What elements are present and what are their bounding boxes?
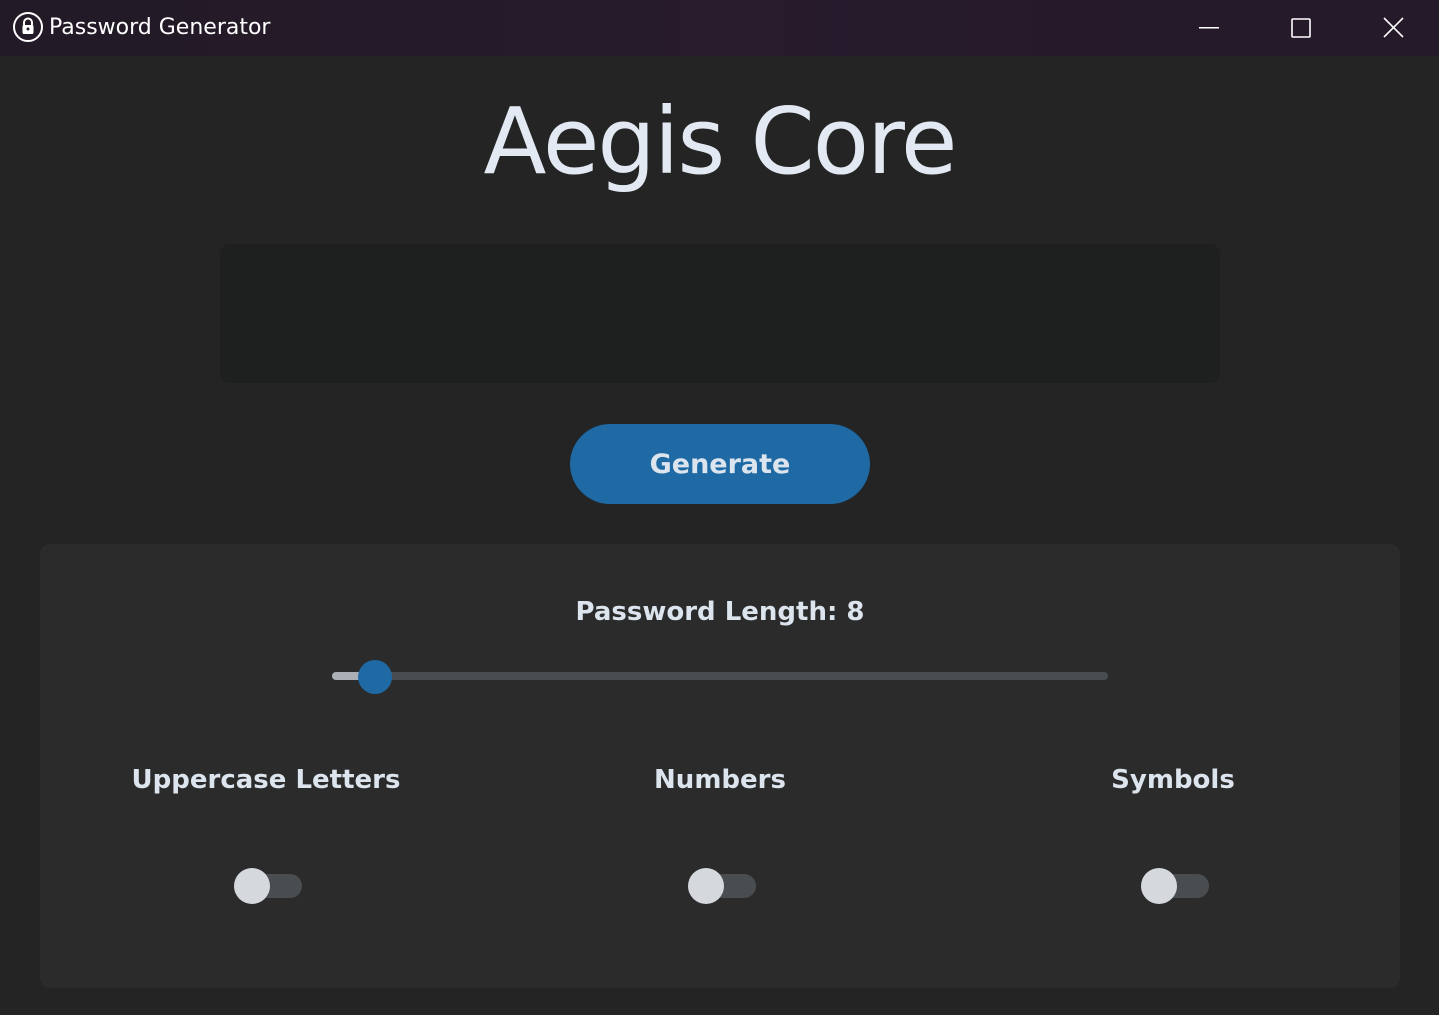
minimize-icon bbox=[1199, 27, 1219, 29]
symbols-toggle[interactable] bbox=[1141, 868, 1209, 904]
switch-knob bbox=[1141, 868, 1177, 904]
numbers-option: Numbers bbox=[520, 760, 920, 920]
uppercase-toggle[interactable] bbox=[234, 868, 302, 904]
generate-button[interactable]: Generate bbox=[570, 424, 870, 504]
uppercase-option: Uppercase Letters bbox=[66, 760, 466, 920]
numbers-label: Numbers bbox=[654, 765, 786, 795]
close-button[interactable] bbox=[1347, 0, 1437, 56]
numbers-toggle[interactable] bbox=[688, 868, 756, 904]
app-window: Password Generator Aegis Core Generate P… bbox=[0, 0, 1439, 1015]
symbols-label: Symbols bbox=[1111, 765, 1235, 795]
title-bar[interactable]: Password Generator bbox=[0, 0, 1439, 56]
password-length-label: Password Length: 8 bbox=[575, 597, 865, 627]
switch-knob bbox=[688, 868, 724, 904]
slider-thumb[interactable] bbox=[357, 660, 392, 694]
uppercase-label: Uppercase Letters bbox=[131, 765, 401, 795]
symbols-option: Symbols bbox=[973, 760, 1373, 920]
close-icon bbox=[1383, 17, 1404, 38]
options-panel: Password Length: 8 Uppercase Letters Num… bbox=[40, 544, 1400, 988]
maximize-icon bbox=[1291, 18, 1311, 38]
lock-icon bbox=[13, 12, 43, 42]
maximize-button[interactable] bbox=[1255, 0, 1345, 56]
minimize-button[interactable] bbox=[1164, 0, 1254, 56]
switch-knob bbox=[234, 868, 270, 904]
password-output-field[interactable] bbox=[220, 244, 1220, 383]
password-length-slider[interactable] bbox=[332, 672, 1108, 680]
window-title: Password Generator bbox=[49, 15, 271, 40]
app-heading: Aegis Core bbox=[483, 88, 958, 195]
